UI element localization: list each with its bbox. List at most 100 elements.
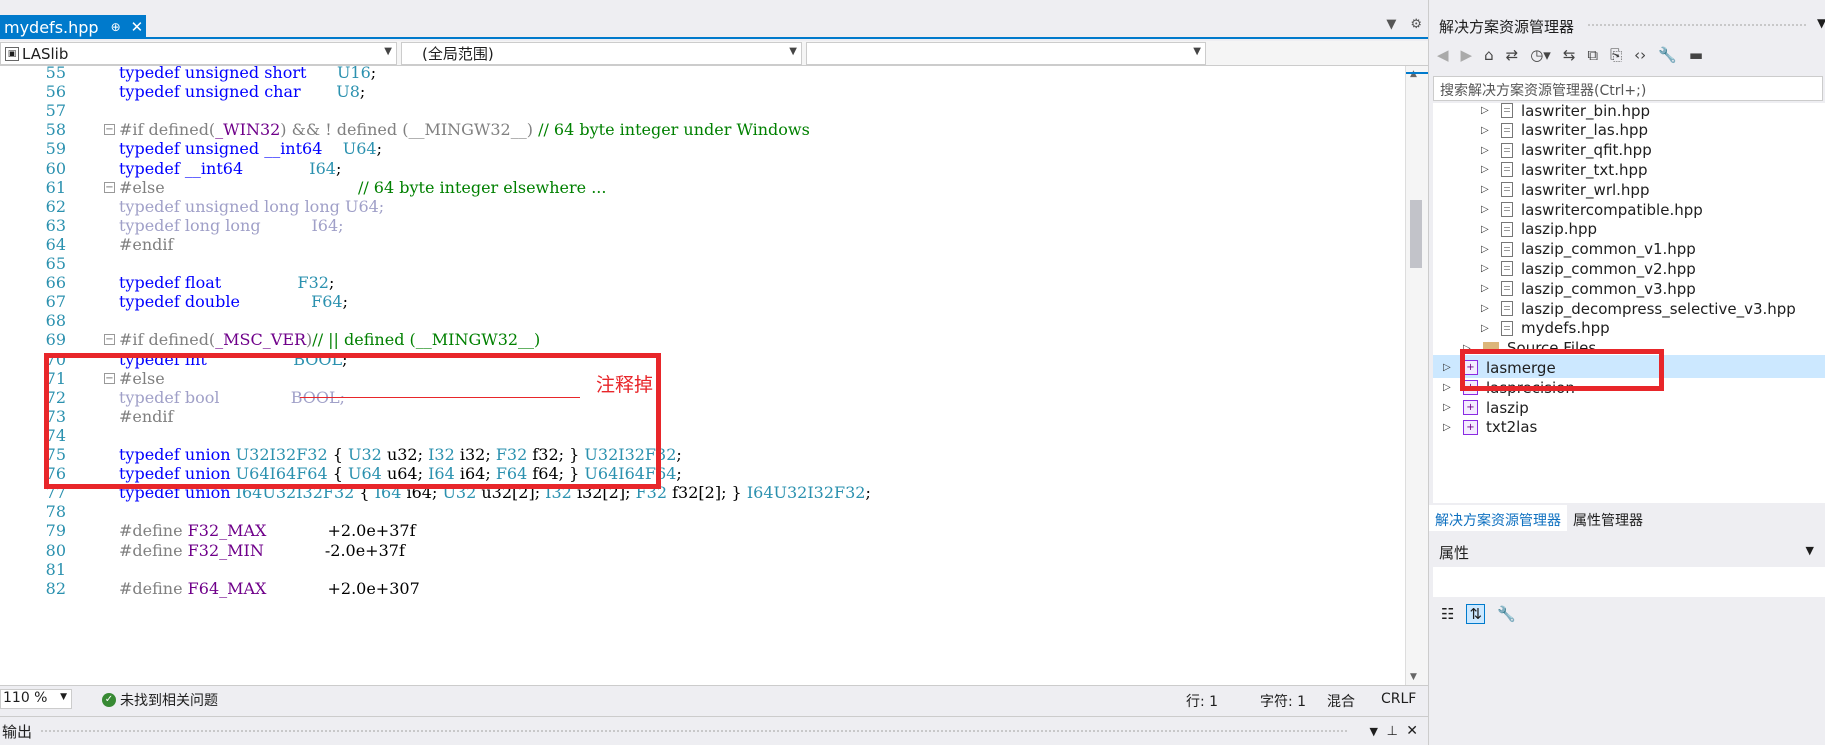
switch-views-icon[interactable]: ⇄ bbox=[1506, 46, 1519, 64]
expand-arrow-icon[interactable]: ▷ bbox=[1443, 402, 1457, 413]
tab-solution-explorer[interactable]: 解决方案资源管理器 bbox=[1429, 505, 1567, 531]
code-line[interactable]: typedef unsigned short U16; bbox=[119, 66, 376, 82]
code-line[interactable]: #else // 64 byte integer elsewhere ... bbox=[119, 178, 606, 197]
drag-handle[interactable] bbox=[1587, 23, 1807, 28]
file-icon bbox=[1501, 142, 1513, 158]
mode-indicator: 混合 bbox=[1327, 694, 1355, 710]
vertical-scrollbar[interactable]: ▲ ▼ bbox=[1405, 66, 1428, 685]
code-line[interactable]: #define F32_MAX +2.0e+37f bbox=[119, 521, 416, 540]
preview-icon[interactable]: ▬ bbox=[1689, 46, 1703, 64]
code-token: typedef bbox=[119, 139, 180, 159]
project-dropdown[interactable]: ▣ LASlib ▼ bbox=[0, 42, 397, 65]
home-icon[interactable]: ⌂ bbox=[1484, 46, 1494, 64]
properties-wrench-icon[interactable]: 🔧 bbox=[1658, 46, 1677, 64]
view-code-icon[interactable]: ‹› bbox=[1634, 46, 1646, 64]
properties-title: 属性 bbox=[1439, 544, 1470, 562]
code-line[interactable]: typedef long long I64; bbox=[119, 216, 344, 235]
expand-arrow-icon[interactable]: ▷ bbox=[1481, 263, 1495, 274]
sync-icon[interactable]: ⇆ bbox=[1563, 46, 1576, 64]
dropdown-icon[interactable]: ▼ bbox=[1370, 725, 1378, 738]
expand-arrow-icon[interactable]: ▷ bbox=[1443, 362, 1457, 373]
alphabetical-icon[interactable]: ⇅ bbox=[1466, 604, 1486, 624]
expand-arrow-icon[interactable]: ▷ bbox=[1481, 145, 1495, 156]
drag-handle[interactable] bbox=[40, 729, 1348, 734]
issues-indicator[interactable]: ✓ 未找到相关问题 bbox=[102, 690, 218, 710]
settings-gear-icon[interactable]: ⚙ bbox=[1410, 17, 1422, 32]
editor-status-bar: 110 % ▼ ✓ 未找到相关问题 行: 1 字符: 1 混合 CRLF bbox=[0, 685, 1428, 711]
line-number: 56 bbox=[45, 82, 66, 102]
pin-icon[interactable]: ⊕ bbox=[111, 20, 121, 34]
expand-arrow-icon[interactable]: ▷ bbox=[1481, 204, 1495, 215]
expand-arrow-icon[interactable]: ▷ bbox=[1481, 164, 1495, 175]
code-line[interactable]: #define F64_MAX +2.0e+307 bbox=[119, 579, 420, 598]
properties-object-box[interactable] bbox=[1433, 567, 1825, 597]
back-icon[interactable]: ◀ bbox=[1437, 46, 1449, 64]
line-number: 67 bbox=[45, 292, 66, 312]
expand-arrow-icon[interactable]: ▷ bbox=[1481, 184, 1495, 195]
code-token: #endif bbox=[119, 234, 174, 254]
code-token: I64; bbox=[311, 215, 344, 235]
expand-arrow-icon[interactable]: ▷ bbox=[1481, 105, 1495, 116]
code-line[interactable]: #if defined(_WIN32) && ! defined (__MING… bbox=[119, 120, 810, 139]
categorized-icon[interactable]: ☷ bbox=[1441, 605, 1454, 623]
tab-dropdown-icon[interactable]: ▼ bbox=[1386, 17, 1396, 32]
member-dropdown[interactable]: ▼ bbox=[806, 42, 1206, 65]
scope-dropdown[interactable]: (全局范围) ▼ bbox=[401, 42, 802, 65]
zoom-dropdown[interactable]: 110 % ▼ bbox=[0, 689, 72, 709]
code-line[interactable]: typedef double F64; bbox=[119, 292, 348, 311]
expand-arrow-icon[interactable]: ▷ bbox=[1481, 125, 1495, 136]
pin-icon[interactable]: ⊥ bbox=[1387, 724, 1398, 739]
properties-toolbar: ☷ ⇅ 🔧 bbox=[1441, 604, 1516, 624]
expand-arrow-icon[interactable]: ▷ bbox=[1481, 303, 1495, 314]
code-token: I64 bbox=[309, 158, 336, 178]
check-circle-icon: ✓ bbox=[102, 693, 116, 707]
code-line[interactable]: #endif bbox=[119, 235, 173, 254]
line-number: 61 bbox=[45, 177, 66, 197]
fold-toggle-icon[interactable]: − bbox=[104, 334, 115, 346]
show-all-files-icon[interactable]: ⎘ bbox=[1610, 46, 1622, 64]
code-token: F32_MIN bbox=[187, 540, 264, 560]
tab-property-manager[interactable]: 属性管理器 bbox=[1567, 505, 1649, 531]
scrollbar-thumb[interactable] bbox=[1410, 200, 1422, 268]
scroll-down-icon[interactable]: ▼ bbox=[1410, 672, 1417, 682]
property-pages-icon[interactable]: 🔧 bbox=[1497, 605, 1516, 623]
eol-indicator[interactable]: CRLF bbox=[1381, 691, 1416, 707]
close-icon[interactable]: ✕ bbox=[131, 18, 144, 36]
tree-item[interactable]: ▷ + txt2las bbox=[1443, 416, 1537, 439]
expand-arrow-icon[interactable]: ▷ bbox=[1481, 244, 1495, 255]
scroll-up-icon[interactable]: ▲ bbox=[1410, 69, 1417, 79]
close-icon[interactable]: ✕ bbox=[1406, 723, 1418, 739]
code-line[interactable]: typedef unsigned long long U64; bbox=[119, 197, 384, 216]
code-token: ; bbox=[342, 292, 348, 312]
pending-changes-icon[interactable]: ◷▾ bbox=[1530, 46, 1551, 64]
fold-toggle-icon[interactable]: − bbox=[104, 181, 115, 193]
code-line[interactable]: typedef __int64 I64; bbox=[119, 159, 341, 178]
chevron-down-icon[interactable]: ▼ bbox=[1806, 544, 1814, 557]
document-tab[interactable]: mydefs.hpp ⊕ ✕ bbox=[0, 15, 146, 39]
code-line[interactable]: typedef unsigned char U8; bbox=[119, 82, 365, 101]
tree-item-label: laszip_common_v1.hpp bbox=[1521, 240, 1696, 259]
code-line[interactable]: #define F32_MIN -2.0e+37f bbox=[119, 541, 405, 560]
search-placeholder: 搜索解决方案资源管理器(Ctrl+;) bbox=[1440, 83, 1647, 99]
code-token: #define bbox=[119, 540, 188, 560]
expand-arrow-icon[interactable]: ▷ bbox=[1443, 422, 1457, 433]
code-line[interactable]: typedef unsigned __int64 U64; bbox=[119, 139, 382, 158]
solution-search-input[interactable]: 搜索解决方案资源管理器(Ctrl+;) bbox=[1433, 76, 1823, 101]
fold-toggle-icon[interactable]: − bbox=[104, 124, 115, 136]
code-line[interactable]: #if defined(_MSC_VER)// || defined (__MI… bbox=[119, 330, 540, 349]
code-line[interactable]: typedef float F32; bbox=[119, 273, 334, 292]
expand-arrow-icon[interactable]: ▷ bbox=[1481, 323, 1495, 334]
project-icon: + bbox=[1463, 419, 1478, 435]
document-tab-strip: mydefs.hpp ⊕ ✕ ▼ ⚙ bbox=[0, 15, 1428, 39]
code-token: ; bbox=[370, 66, 377, 82]
dropdown-icon[interactable]: ▼ bbox=[1817, 16, 1825, 30]
expand-arrow-icon[interactable]: ▷ bbox=[1443, 382, 1457, 393]
expand-arrow-icon[interactable]: ▷ bbox=[1481, 224, 1495, 235]
output-panel-header[interactable]: 输出 ▼ ⊥ ✕ bbox=[0, 716, 1428, 745]
forward-icon[interactable]: ▶ bbox=[1461, 46, 1473, 64]
scroll-position-marker bbox=[1406, 72, 1428, 74]
collapse-all-icon[interactable]: ⧉ bbox=[1587, 46, 1598, 64]
expand-arrow-icon[interactable]: ▷ bbox=[1481, 283, 1495, 294]
